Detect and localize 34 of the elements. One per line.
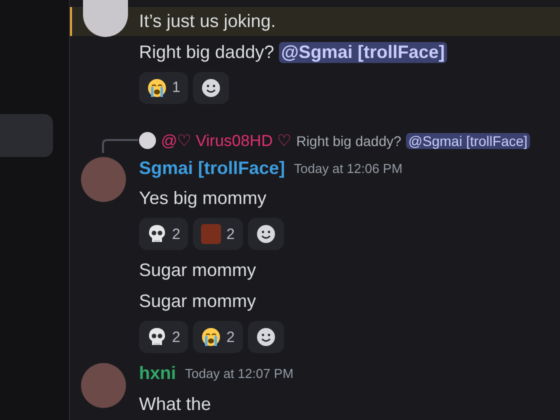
user-mention[interactable]: @Sgmai [trollFace]	[279, 42, 447, 63]
avatar	[81, 157, 126, 202]
user-mention[interactable]: @Sgmai [trollFace]	[406, 132, 530, 149]
add-reaction-button[interactable]	[248, 321, 284, 354]
avatar	[139, 132, 156, 150]
message-text: Right big daddy?	[139, 42, 274, 63]
skull-icon	[147, 327, 167, 348]
add-reaction-button[interactable]	[193, 72, 230, 104]
username[interactable]: Sgmai [trollFace]	[139, 158, 286, 179]
reaction-button[interactable]: 2	[193, 218, 243, 250]
username[interactable]: hxni	[139, 363, 176, 384]
message-text: Sugar mommy	[139, 290, 256, 312]
timestamp: Today at 12:06 PM	[294, 160, 402, 176]
message-text: It’s just us joking.	[139, 11, 276, 32]
message-text: Yes big mommy	[139, 188, 266, 210]
add-reaction-button[interactable]	[248, 218, 284, 250]
reaction-button[interactable]: 2	[139, 321, 188, 354]
smiley-icon	[256, 224, 276, 244]
smiley-icon	[256, 327, 276, 348]
reply-author[interactable]: @♡ Virus08HD ♡	[161, 130, 292, 151]
reaction-button[interactable]: 2	[139, 218, 188, 250]
sticker-image	[201, 224, 222, 244]
reply-preview[interactable]: Right big daddy?	[296, 132, 402, 149]
timestamp: Today at 12:07 PM	[185, 366, 294, 382]
avatar	[81, 363, 126, 408]
reaction-button[interactable]: 2	[193, 321, 243, 354]
message-text: What the	[139, 394, 212, 415]
crying-face-icon	[147, 78, 167, 98]
smiley-icon	[201, 78, 222, 98]
reply-connector-line	[102, 138, 138, 153]
reaction-button[interactable]: 1	[139, 72, 188, 104]
message-text: Sugar mommy	[139, 260, 256, 281]
skull-icon	[147, 224, 167, 244]
crying-face-icon	[201, 327, 222, 348]
